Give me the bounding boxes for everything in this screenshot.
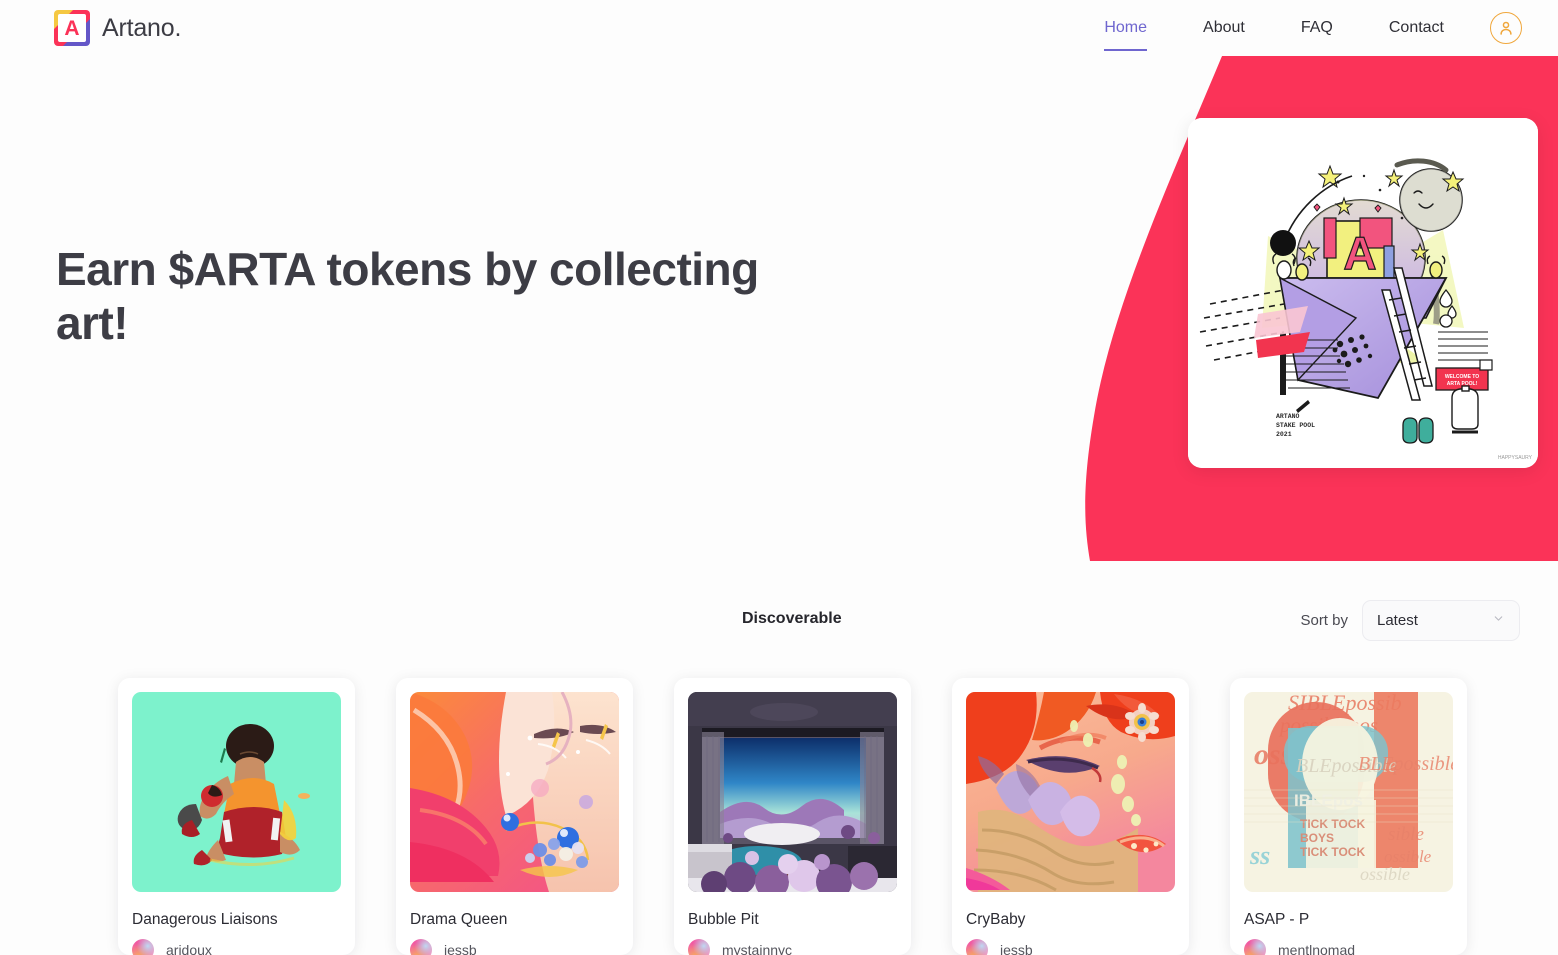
nft-title: Bubble Pit [688,911,759,928]
owner-avatar [1244,939,1266,955]
owner-avatar [966,939,988,955]
nft-title: Drama Queen [410,911,508,928]
brand-logo[interactable]: A Artano. [54,10,181,46]
art-text: sible [1388,824,1424,845]
nft-thumbnail [966,692,1175,892]
nft-thumbnail [410,692,619,892]
sort-control: Sort by Latest [1300,600,1520,641]
nft-owner[interactable]: aridoux [132,939,341,955]
user-avatar-icon[interactable] [1490,12,1522,44]
nft-thumbnail: SIBLEpossib possiblepos ossible BLEpossi… [1244,692,1453,892]
sort-select[interactable]: Latest [1362,600,1520,641]
artwork-signature: HAPPYSAURY [1498,455,1533,461]
chevron-down-icon [1492,612,1505,630]
art-text: TICK TOCK [1300,845,1365,859]
artwork-sign-line1: WELCOME TO [1445,374,1479,380]
artwork-caption-line1: ARTANO [1276,413,1300,420]
art-text: TICK TOCK [1300,817,1365,831]
artwork-asap-p: SIBLEpossib possiblepos ossible BLEpossi… [1244,692,1453,892]
art-text: BOYS [1300,831,1334,845]
owner-name: aridoux [166,942,212,955]
nft-owner[interactable]: jessb [966,939,1175,955]
nav-item-contact[interactable]: Contact [1361,11,1472,45]
sort-by-label: Sort by [1300,612,1348,629]
artwork-bubble-pit [688,692,897,892]
nft-owner[interactable]: mystainnyc [688,939,897,955]
logo-letter: A [64,16,80,40]
owner-name: mentlnomad [1278,942,1356,955]
artwork-caption-line3: 2021 [1276,431,1292,438]
artwork-drama-queen [410,692,619,892]
owner-avatar [410,939,432,955]
nft-card[interactable]: Danagerous Liaisons aridoux [118,678,355,955]
nft-card[interactable]: SIBLEpossib possiblepos ossible BLEpossi… [1230,678,1467,955]
art-text: ossible [1360,864,1410,884]
owner-avatar [688,939,710,955]
nft-card[interactable]: CryBaby jessb [952,678,1189,955]
art-text: BLEpossible [1358,753,1453,775]
artwork-danagerous-liaisons [132,692,341,892]
nft-title: Danagerous Liaisons [132,911,278,928]
nft-thumbnail [132,692,341,892]
nft-owner[interactable]: jessb [410,939,619,955]
owner-name: jessb [444,942,477,955]
owner-name: jessb [1000,942,1033,955]
artano-logo-icon: A [54,10,90,46]
artwork-caption-line2: STAKE POOL [1276,422,1315,429]
nav-item-about[interactable]: About [1175,11,1273,45]
discoverable-heading: Discoverable [742,610,842,627]
nav-item-home[interactable]: Home [1076,11,1175,51]
art-text: IBLEpos [1294,791,1363,810]
art-text: ss [1249,841,1270,870]
svg-text:A: A [1343,227,1376,279]
nft-card[interactable]: Bubble Pit mystainnyc [674,678,911,955]
hero-title: Earn $ARTA tokens by collecting art! [56,243,759,350]
hero-section: Earn $ARTA tokens by collecting art! A W… [0,56,1558,561]
nft-title: ASAP - P [1244,911,1310,928]
brand-name: Artano. [102,13,182,42]
nft-card[interactable]: Drama Queen jessb [396,678,633,955]
site-header: A Artano. Home About FAQ Contact [0,0,1558,56]
hero-artwork-card[interactable]: A WELCOME TO ARTA POOL! ARTANO STAKE POO… [1188,118,1538,468]
discoverable-card-grid: Danagerous Liaisons aridoux Drama Queen … [118,678,1467,955]
owner-name: mystainnyc [722,942,793,955]
sort-selected-value: Latest [1377,612,1418,629]
main-navigation: Home About FAQ Contact [1076,11,1536,51]
owner-avatar [132,939,154,955]
artano-stake-pool-illustration: A WELCOME TO ARTA POOL! ARTANO STAKE POO… [1188,118,1538,468]
discover-toolbar: Discoverable Sort by Latest [0,600,1558,644]
page-root: A Artano. Home About FAQ Contact Earn $A… [0,0,1558,955]
nft-thumbnail [688,692,897,892]
nft-owner[interactable]: mentlnomad [1244,939,1453,955]
nft-title: CryBaby [966,911,1026,928]
nav-item-faq[interactable]: FAQ [1273,11,1361,45]
artwork-crybaby [966,692,1175,892]
